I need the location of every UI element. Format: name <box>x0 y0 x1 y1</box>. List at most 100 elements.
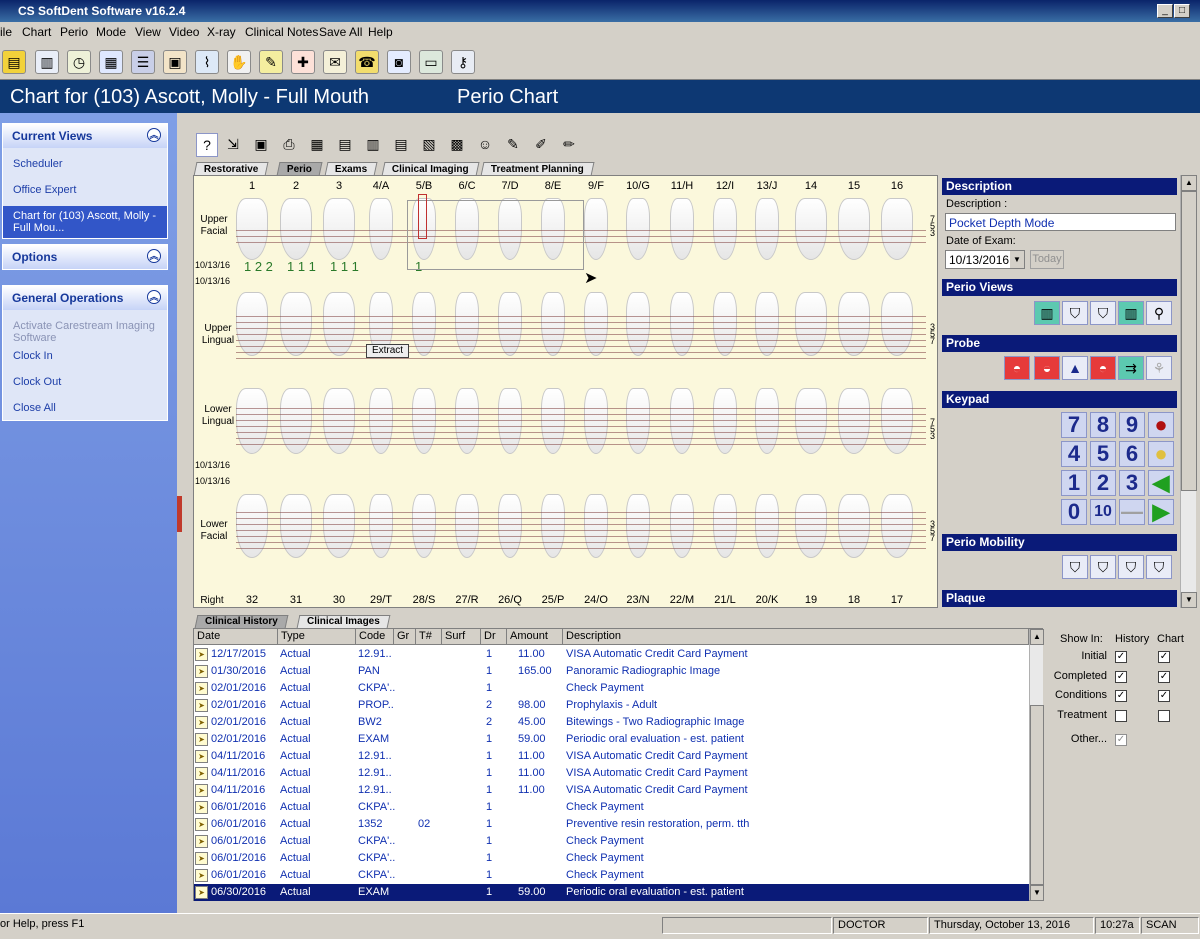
chart-checkbox[interactable]: ✓ <box>1158 651 1170 663</box>
table-row[interactable]: ➤ 02/01/2016 Actual CKPA'.. 1 Check Payment <box>194 680 1029 697</box>
report-icon[interactable]: ▧ <box>418 133 440 157</box>
probe-tool-icon[interactable]: ⚘ <box>1146 356 1172 380</box>
key-7[interactable]: 7 <box>1061 412 1087 438</box>
id-card-icon[interactable]: ◙ <box>387 50 411 74</box>
bleeding-drop-icon[interactable]: ● <box>1148 412 1174 438</box>
tooth-number[interactable]: 10/G <box>623 180 653 192</box>
list-icon[interactable]: ▤ <box>390 133 412 157</box>
tooth[interactable] <box>670 198 694 260</box>
history-grid[interactable]: Date Type Code Gr T# Surf Dr Amount Desc… <box>193 628 1044 901</box>
tooth[interactable] <box>795 198 827 260</box>
table-icon[interactable]: ▥ <box>362 133 384 157</box>
tooth-number[interactable]: 17 <box>882 594 912 606</box>
tab-perio[interactable]: Perio <box>276 162 323 176</box>
grid-scrollbar[interactable]: ▲ ▼ <box>1029 629 1044 901</box>
tooth[interactable] <box>838 198 870 260</box>
phone-icon[interactable]: ☎ <box>355 50 379 74</box>
tooth[interactable] <box>280 198 312 260</box>
key-0[interactable]: 0 <box>1061 499 1087 525</box>
options-header[interactable]: Options ︽ <box>3 245 167 269</box>
tooth-number[interactable]: 11/H <box>667 180 697 192</box>
general-operations-header[interactable]: General Operations ︽ <box>3 286 167 310</box>
collapse-icon[interactable]: ︽ <box>147 128 161 142</box>
chart-scrollbar[interactable]: ▲ ▼ <box>1180 175 1197 608</box>
key-1[interactable]: 1 <box>1061 470 1087 496</box>
description-field[interactable]: Pocket Depth Mode <box>945 213 1176 231</box>
nav-chart[interactable]: Chart for (103) Ascott, Molly - Full Mou… <box>3 206 167 238</box>
table-row[interactable]: ➤ 06/01/2016 Actual CKPA'.. 1 Check Payment <box>194 850 1029 867</box>
dash-key[interactable]: — <box>1119 499 1145 525</box>
tooth-number[interactable]: 13/J <box>752 180 782 192</box>
scroll-thumb[interactable] <box>1181 191 1197 491</box>
scroll-up-icon[interactable]: ▲ <box>1181 175 1197 191</box>
furcation-icon[interactable]: ◓ <box>1090 356 1116 380</box>
nav-clock-in[interactable]: Clock In <box>3 346 167 366</box>
today-button[interactable]: Today <box>1030 250 1064 269</box>
tooth-number[interactable]: 21/L <box>710 594 740 606</box>
col-dr[interactable]: Dr <box>481 629 507 645</box>
collapse-icon[interactable]: ︽ <box>147 290 161 304</box>
chart-checkbox[interactable]: ✓ <box>1158 670 1170 683</box>
table-row[interactable]: ➤ 06/01/2016 Actual CKPA'.. 1 Check Payment <box>194 799 1029 816</box>
nav-scheduler[interactable]: Scheduler <box>3 154 167 174</box>
tooth-number[interactable]: 16 <box>882 180 912 192</box>
calculator-icon[interactable]: ▦ <box>99 50 123 74</box>
tab-exams[interactable]: Exams <box>324 162 378 176</box>
tooth-number[interactable]: 28/S <box>409 594 439 606</box>
triangle-icon[interactable]: ▲ <box>1062 356 1088 380</box>
col-description[interactable]: Description <box>563 629 1029 645</box>
table-row[interactable]: ➤ 04/11/2016 Actual 12.91.. 1 11.00 VISA Autom… <box>194 782 1029 799</box>
tooth-view-icon[interactable]: ⛉ <box>1090 301 1116 325</box>
tooth-number[interactable]: 29/T <box>366 594 396 606</box>
menu-clinical-notes[interactable]: Clinical Notes <box>245 25 318 39</box>
graph-icon[interactable]: ⌇ <box>195 50 219 74</box>
table-row[interactable]: ➤ 06/30/2016 Actual EXAM 1 59.00 Periodic oral… <box>194 884 1029 901</box>
tab-treatment-planning[interactable]: Treatment Planning <box>480 162 595 176</box>
tooth-number[interactable]: 6/C <box>452 180 482 192</box>
window-icon[interactable]: ▭ <box>419 50 443 74</box>
hand-icon[interactable]: ✋ <box>227 50 251 74</box>
tooth-number[interactable]: 25/P <box>538 594 568 606</box>
person-icon[interactable]: ☺ <box>474 133 496 157</box>
tooth-number[interactable]: 4/A <box>366 180 396 192</box>
col-surf[interactable]: Surf <box>442 629 481 645</box>
save-icon[interactable]: ▣ <box>250 133 272 157</box>
tooth-number[interactable]: 18 <box>839 594 869 606</box>
col-amount[interactable]: Amount <box>507 629 563 645</box>
key-9[interactable]: 9 <box>1119 412 1145 438</box>
table-row[interactable]: ➤ 02/01/2016 Actual BW2 2 45.00 Bitewings - Tw… <box>194 714 1029 731</box>
col-code[interactable]: Code <box>356 629 394 645</box>
view-icon[interactable]: ▥ <box>1118 301 1144 325</box>
auto-advance-icon[interactable]: ⇉ <box>1118 356 1144 380</box>
menu-video[interactable]: Video <box>169 25 199 39</box>
tooth-number[interactable]: 26/Q <box>495 594 525 606</box>
tooth-number[interactable]: 24/O <box>581 594 611 606</box>
menu-xray[interactable]: X-ray <box>207 25 236 39</box>
scroll-down-icon[interactable]: ▼ <box>1030 885 1044 901</box>
tab-clinical-imaging[interactable]: Clinical Imaging <box>381 162 480 176</box>
tooth-number[interactable]: 1 <box>237 180 267 192</box>
scroll-up-icon[interactable]: ▲ <box>1030 629 1044 645</box>
table-row[interactable]: ➤ 06/01/2016 Actual CKPA'.. 1 Check Payment <box>194 833 1029 850</box>
film-icon[interactable]: ▩ <box>446 133 468 157</box>
chart-icon[interactable]: ▤ <box>334 133 356 157</box>
table-row[interactable]: ➤ 02/01/2016 Actual EXAM 1 59.00 Periodic oral… <box>194 731 1029 748</box>
col-type[interactable]: Type <box>278 629 356 645</box>
mobility-2-icon[interactable]: ⛉ <box>1118 555 1144 579</box>
table-row[interactable]: ➤ 06/01/2016 Actual CKPA'.. 1 Check Payment <box>194 867 1029 884</box>
tooth-number[interactable]: 23/N <box>623 594 653 606</box>
tooth[interactable] <box>626 198 650 260</box>
eraser-icon[interactable]: ✏ <box>558 133 580 157</box>
help-icon[interactable]: ? <box>196 133 218 157</box>
clock-icon[interactable]: ◷ <box>67 50 91 74</box>
key-icon[interactable]: ⚷ <box>451 50 475 74</box>
mail-icon[interactable]: ✉ <box>323 50 347 74</box>
tooth-number[interactable]: 32 <box>237 594 267 606</box>
view-icon[interactable]: ▥ <box>1034 301 1060 325</box>
note-icon[interactable]: ✎ <box>259 50 283 74</box>
tooth-number[interactable]: 2 <box>281 180 311 192</box>
magnify-icon[interactable]: ⚲ <box>1146 301 1172 325</box>
history-checkbox[interactable]: ✓ <box>1115 670 1127 683</box>
tooth-number[interactable]: 12/I <box>710 180 740 192</box>
tooth-number[interactable]: 27/R <box>452 594 482 606</box>
